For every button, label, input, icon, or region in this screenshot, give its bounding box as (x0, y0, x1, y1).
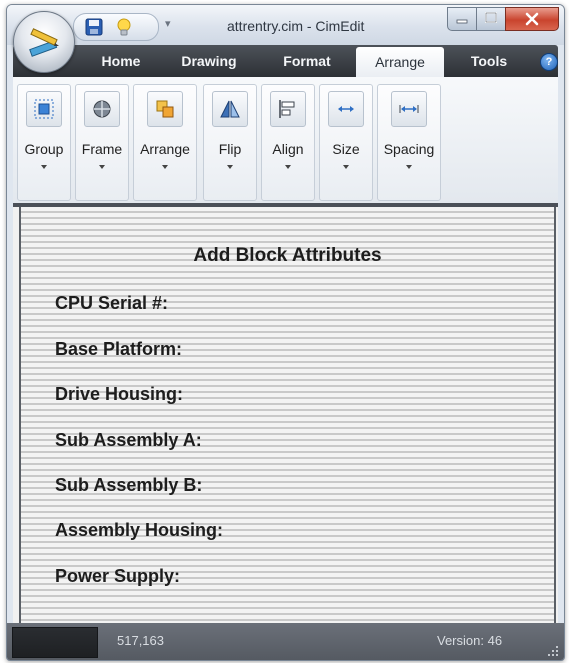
field-drive-housing[interactable]: Drive Housing: (55, 384, 183, 405)
chevron-down-icon (99, 165, 105, 169)
field-cpu-serial[interactable]: CPU Serial #: (55, 293, 168, 314)
maximize-button[interactable] (476, 7, 506, 31)
group-button[interactable]: Group (17, 84, 71, 201)
help-icon[interactable]: ? (540, 53, 558, 71)
window-title: attrentry.cim - CimEdit (227, 18, 365, 34)
size-button[interactable]: Size (319, 84, 373, 201)
flip-icon (212, 91, 248, 127)
align-label: Align (272, 141, 304, 157)
document-title: Add Block Attributes (193, 245, 382, 266)
field-assembly-housing[interactable]: Assembly Housing: (55, 520, 223, 541)
field-sub-assembly-b[interactable]: Sub Assembly B: (55, 475, 202, 496)
resize-grip-icon[interactable] (545, 643, 559, 657)
group-label: Group (24, 141, 64, 157)
field-base-platform[interactable]: Base Platform: (55, 339, 182, 360)
flip-button[interactable]: Flip (203, 84, 257, 201)
frame-button[interactable]: Frame (75, 84, 129, 201)
pencil-ruler-icon (29, 28, 59, 57)
application-menu-button[interactable] (13, 11, 75, 73)
tab-drawing[interactable]: Drawing (173, 45, 245, 77)
group-icon (26, 91, 62, 127)
cursor-coordinates: 517,163 (117, 633, 164, 648)
tab-home[interactable]: Home (90, 45, 152, 77)
title-bar: ▾ attrentry.cim - CimEdit (7, 5, 564, 45)
tab-arrange[interactable]: Arrange (356, 47, 444, 77)
spacing-button[interactable]: Spacing (377, 84, 441, 201)
spacing-icon (391, 91, 427, 127)
save-icon[interactable] (84, 17, 104, 37)
close-button[interactable] (505, 7, 559, 31)
lightbulb-icon[interactable] (114, 17, 134, 37)
status-panel (12, 627, 98, 658)
document-area: Add Block Attributes CPU Serial #: Base … (13, 203, 558, 627)
chevron-down-icon (343, 165, 349, 169)
tab-tools[interactable]: Tools (460, 45, 518, 77)
spacing-label: Spacing (383, 141, 435, 157)
chevron-down-icon (162, 165, 168, 169)
align-icon (270, 91, 306, 127)
chevron-down-icon (406, 165, 412, 169)
drawing-canvas[interactable]: Add Block Attributes CPU Serial #: Base … (19, 207, 556, 627)
flip-label: Flip (218, 141, 242, 157)
frame-label: Frame (81, 141, 123, 157)
chevron-down-icon (41, 165, 47, 169)
app-window: ▾ attrentry.cim - CimEdit Home Drawing F… (6, 4, 565, 661)
arrange-label: Arrange (140, 141, 190, 157)
version-label: Version: 46 (437, 633, 503, 648)
ribbon-tab-bar: Home Drawing Format Arrange Tools ? (13, 45, 558, 77)
align-button[interactable]: Align (261, 84, 315, 201)
chevron-down-icon (227, 165, 233, 169)
size-icon (328, 91, 364, 127)
arrange-icon (147, 91, 183, 127)
field-power-supply[interactable]: Power Supply: (55, 566, 180, 587)
quick-access-toolbar (73, 13, 159, 41)
size-label: Size (332, 141, 360, 157)
status-bar: 517,163 Version: 46 (7, 623, 564, 660)
qat-customize-icon[interactable]: ▾ (165, 17, 171, 30)
arrange-button[interactable]: Arrange (133, 84, 197, 201)
ribbon-arrange: Group Frame Arrange Flip Align Size Spac… (13, 77, 558, 204)
tab-format[interactable]: Format (275, 45, 339, 77)
frame-icon (84, 91, 120, 127)
minimize-button[interactable] (447, 7, 477, 31)
chevron-down-icon (285, 165, 291, 169)
field-sub-assembly-a[interactable]: Sub Assembly A: (55, 430, 202, 451)
